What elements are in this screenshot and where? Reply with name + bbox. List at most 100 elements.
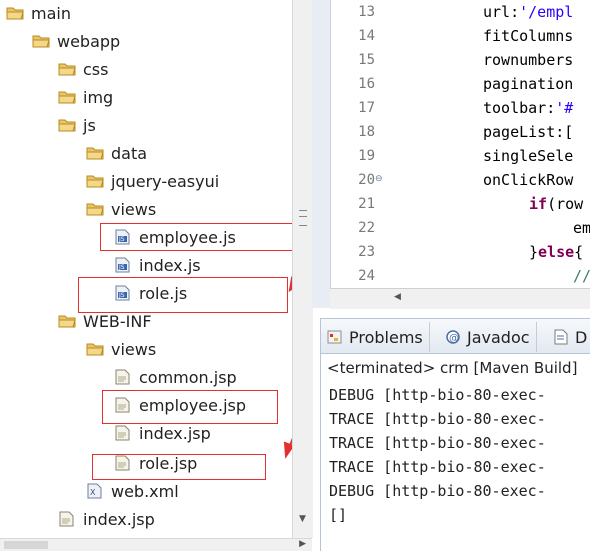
code-line: fitColumns xyxy=(483,27,574,45)
project-explorer-tree: main webapp css img js data jquery-easyu… xyxy=(0,0,292,538)
tree-item-label: index.jsp xyxy=(83,509,155,529)
line-number: 22 xyxy=(358,220,375,236)
line-number: 24 xyxy=(358,268,375,284)
annotation-box xyxy=(78,277,288,313)
tree-item-label: common.jsp xyxy=(139,367,237,387)
tree-item-label: web.xml xyxy=(111,481,179,501)
tree-item-css[interactable]: css xyxy=(58,56,108,82)
annotation-box xyxy=(92,454,266,480)
folder-icon xyxy=(86,145,104,161)
tree-item-jquery-easyui[interactable]: jquery-easyui xyxy=(86,168,219,194)
tree-item-web-xml[interactable]: X web.xml xyxy=(86,478,179,504)
code-line: pagination xyxy=(483,75,574,93)
tab-declaration[interactable]: D xyxy=(547,322,590,352)
code-line: singleSele xyxy=(483,147,574,165)
line-number-gutter: 13 14 15 16 17 18 19 20 ⊖ 21 22 23 24 xyxy=(331,0,383,288)
xml-file-icon: X xyxy=(86,483,104,499)
tree-item-main[interactable]: main xyxy=(6,0,71,26)
folder-open-icon xyxy=(58,313,76,329)
tree-item-index-js[interactable]: JS index.js xyxy=(114,252,201,278)
svg-text:X: X xyxy=(90,488,96,497)
code-line: rownumbers xyxy=(483,51,574,69)
folder-icon xyxy=(58,89,76,105)
jsp-file-icon xyxy=(114,369,132,385)
console-title: <terminated> crm [Maven Build] xyxy=(327,359,578,377)
line-number: 18 xyxy=(358,124,375,140)
scrollbar-thumb[interactable] xyxy=(4,541,48,549)
tab-javadoc[interactable]: @ Javadoc xyxy=(439,322,537,352)
svg-text:JS: JS xyxy=(118,264,125,271)
tree-item-label: WEB-INF xyxy=(83,311,152,331)
tree-item-data[interactable]: data xyxy=(86,140,147,166)
scroll-down-arrow-icon[interactable]: ▼ xyxy=(299,514,306,524)
tree-item-label: img xyxy=(83,87,114,107)
tree-item-img[interactable]: img xyxy=(58,84,113,110)
tree-item-views[interactable]: views xyxy=(86,196,156,222)
code-line: // xyxy=(573,267,590,285)
tree-item-label: views xyxy=(111,199,157,219)
tree-item-label: css xyxy=(83,59,109,79)
folder-icon xyxy=(86,173,104,189)
console-line: TRACE [http-bio-80-exec- xyxy=(329,458,546,476)
console-line: DEBUG [http-bio-80-exec- xyxy=(329,386,546,404)
folder-icon xyxy=(58,61,76,77)
code-line: toolbar:'# xyxy=(483,99,574,117)
console-line: DEBUG [http-bio-80-exec- xyxy=(329,482,546,500)
scroll-right-arrow-icon[interactable]: ▶ xyxy=(299,539,306,549)
code-line: url:'/empl xyxy=(483,3,574,21)
tree-item-label: index.jsp xyxy=(139,423,211,443)
tree-item-label: js xyxy=(83,115,96,135)
tree-item-label: data xyxy=(111,143,148,163)
scrollbar-grip[interactable] xyxy=(299,210,307,226)
line-number: 19 xyxy=(358,148,375,164)
line-number: 17 xyxy=(358,100,375,116)
declaration-icon xyxy=(553,329,569,345)
folder-open-icon xyxy=(58,117,76,133)
folder-open-icon xyxy=(6,5,24,21)
editor-horizontal-scrollbar[interactable]: ◀ xyxy=(330,288,590,309)
tree-vertical-scrollbar[interactable]: ▼ xyxy=(292,0,313,538)
tab-label: Problems xyxy=(349,327,423,347)
line-number: 14 xyxy=(358,28,375,44)
tab-label: Javadoc xyxy=(467,327,530,347)
views-panel: Problems @ Javadoc D <terminated> crm [M… xyxy=(320,318,590,551)
code-line: em xyxy=(573,219,590,237)
fold-toggle-icon[interactable]: ⊖ xyxy=(375,174,383,184)
tree-item-webapp[interactable]: webapp xyxy=(32,28,120,54)
line-number: 20 xyxy=(358,172,375,188)
folder-open-icon xyxy=(86,341,104,357)
folder-open-icon xyxy=(86,201,104,217)
tab-problems[interactable]: Problems xyxy=(321,322,430,352)
code-line: onClickRow xyxy=(483,171,574,189)
jsp-file-icon xyxy=(114,425,132,441)
line-number: 15 xyxy=(358,52,375,68)
tree-item-label: main xyxy=(31,3,71,23)
tree-item-views[interactable]: views xyxy=(86,336,156,362)
line-number: 16 xyxy=(358,76,375,92)
code-line: pageList:[ xyxy=(483,123,574,141)
js-file-icon: JS xyxy=(114,257,132,273)
console-line: [] xyxy=(329,506,348,524)
tree-item-js[interactable]: js xyxy=(58,112,96,138)
line-number: 13 xyxy=(358,4,375,20)
line-number: 21 xyxy=(358,196,375,212)
line-number: 23 xyxy=(358,244,375,260)
code-line: if(row xyxy=(529,195,584,213)
console-line: TRACE [http-bio-80-exec- xyxy=(329,434,546,452)
console-line: TRACE [http-bio-80-exec- xyxy=(329,410,546,428)
tree-item-common-jsp[interactable]: common.jsp xyxy=(114,364,237,390)
problems-icon xyxy=(327,329,343,345)
scroll-left-arrow-icon[interactable]: ◀ xyxy=(394,292,401,302)
folder-open-icon xyxy=(32,33,50,49)
annotation-box xyxy=(102,390,278,424)
tree-item-label: webapp xyxy=(57,31,121,51)
tree-horizontal-scrollbar[interactable]: ▶ xyxy=(0,538,312,551)
jsp-file-icon xyxy=(58,511,76,527)
tree-item-label: views xyxy=(111,339,157,359)
tree-item-label: jquery-easyui xyxy=(111,171,220,191)
code-line: }else{ xyxy=(529,243,584,261)
code-editor[interactable]: 13 14 15 16 17 18 19 20 ⊖ 21 22 23 24 ur… xyxy=(330,0,590,288)
javadoc-icon: @ xyxy=(445,329,461,345)
tree-item-label: index.js xyxy=(139,255,201,275)
tree-item-index-jsp[interactable]: index.jsp xyxy=(58,506,155,532)
